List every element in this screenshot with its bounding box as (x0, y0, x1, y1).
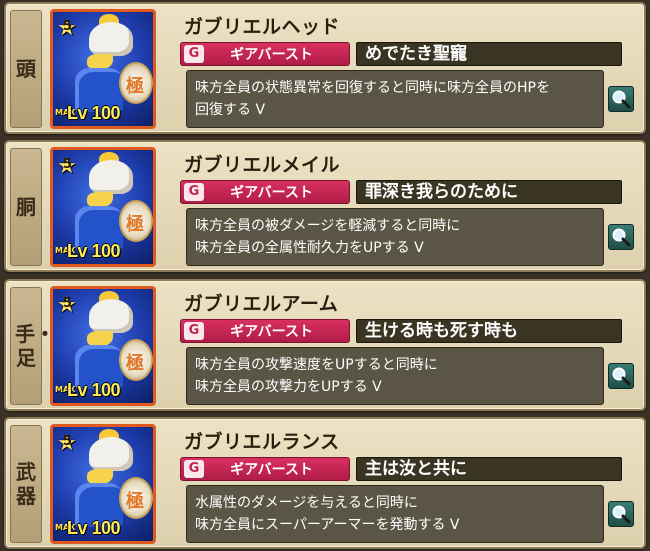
level-label: Lv 100 (67, 379, 121, 400)
skill-name: めでたき聖寵 (356, 42, 622, 66)
zoom-button[interactable] (608, 224, 634, 250)
slot-tab: 手・足 (10, 287, 55, 405)
magnifier-icon (612, 228, 631, 247)
rarity-number: 5 (63, 19, 73, 34)
level-label: Lv 100 (67, 102, 121, 123)
skill-row: G ギアバースト 罪深き我らのために (180, 180, 622, 204)
magnifier-icon (612, 367, 631, 386)
gear-burst-icon: G (184, 45, 204, 63)
level-display: MAX Lv 100 (55, 102, 121, 124)
equipment-panel-head: 頭 ★ 5 極 MAX Lv 100 ガブリエルヘッド G ギアバースト めでた… (4, 2, 646, 134)
magnifier-icon (612, 90, 631, 109)
level-display: MAX Lv 100 (55, 517, 121, 539)
zoom-button[interactable] (608, 501, 634, 527)
skill-type-label: ギアバースト (230, 462, 313, 478)
skill-type-label: ギアバースト (230, 47, 313, 63)
max-label: MAX (55, 246, 76, 255)
skill-type-label: ギアバースト (230, 185, 313, 201)
skill-type-badge: G ギアバースト (180, 180, 350, 204)
equipment-panel-arms: 手・足 ★ 5 極 MAX Lv 100 ガブリエルアーム G ギアバースト 生… (4, 279, 646, 411)
gear-portrait[interactable]: ★ 5 極 MAX Lv 100 (50, 9, 156, 129)
equipment-list: 頭 ★ 5 極 MAX Lv 100 ガブリエルヘッド G ギアバースト めでた… (0, 0, 650, 551)
level-display: MAX Lv 100 (55, 379, 121, 401)
gear-name: ガブリエルランス (184, 431, 340, 453)
skill-name: 主は汝と共に (356, 457, 622, 481)
rarity-number: 5 (63, 296, 73, 311)
magnifier-icon (612, 505, 631, 524)
rarity-number: 5 (63, 157, 73, 172)
skill-name: 生ける時も死す時も (356, 319, 622, 343)
portrait-head (89, 437, 133, 471)
gear-portrait[interactable]: ★ 5 極 MAX Lv 100 (50, 424, 156, 544)
slot-tab: 武器 (10, 425, 42, 543)
skill-type-label: ギアバースト (230, 324, 313, 340)
skill-type-badge: G ギアバースト (180, 319, 350, 343)
gear-burst-icon: G (184, 460, 204, 478)
gear-portrait[interactable]: ★ 5 極 MAX Lv 100 (50, 286, 156, 406)
shield-emblem-icon: 極 (126, 214, 144, 235)
skill-row: G ギアバースト 生ける時も死す時も (180, 319, 622, 343)
gear-name: ガブリエルアーム (184, 293, 339, 315)
skill-description: 味方全員の被ダメージを軽減すると同時に 味方全員の全属性耐久力をUPする Ⅴ (186, 208, 604, 266)
portrait-head (89, 22, 133, 56)
skill-description: 味方全員の攻撃速度をUPすると同時に 味方全員の攻撃力をUPする Ⅴ (186, 347, 604, 405)
skill-type-badge: G ギアバースト (180, 457, 350, 481)
skill-row: G ギアバースト 主は汝と共に (180, 457, 622, 481)
slot-label: 胴 (16, 195, 36, 219)
gear-name: ガブリエルヘッド (184, 16, 341, 38)
shield-emblem-icon: 極 (126, 76, 144, 97)
skill-description: 水属性のダメージを与えると同時に 味方全員にスーパーアーマーを発動する Ⅴ (186, 485, 604, 543)
portrait-head (89, 160, 133, 194)
slot-tab: 胴 (10, 148, 42, 266)
zoom-button[interactable] (608, 86, 634, 112)
equipment-panel-body: 胴 ★ 5 極 MAX Lv 100 ガブリエルメイル G ギアバースト 罪深き… (4, 140, 646, 272)
skill-row: G ギアバースト めでたき聖寵 (180, 42, 622, 66)
slot-label: 武器 (16, 460, 36, 508)
slot-tab: 頭 (10, 10, 42, 128)
gear-burst-icon: G (184, 322, 204, 340)
gear-burst-icon: G (184, 183, 204, 201)
gear-name: ガブリエルメイル (184, 154, 341, 176)
level-label: Lv 100 (67, 240, 121, 261)
shield-emblem-icon: 極 (126, 491, 144, 512)
level-label: Lv 100 (67, 517, 121, 538)
max-label: MAX (55, 385, 76, 394)
equipment-panel-weapon: 武器 ★ 5 極 MAX Lv 100 ガブリエルランス G ギアバースト 主は… (4, 417, 646, 549)
shield-emblem-icon: 極 (126, 353, 144, 374)
skill-description: 味方全員の状態異常を回復すると同時に味方全員のHPを 回復する Ⅴ (186, 70, 604, 128)
skill-type-badge: G ギアバースト (180, 42, 350, 66)
level-display: MAX Lv 100 (55, 240, 121, 262)
portrait-head (89, 299, 133, 333)
max-label: MAX (55, 523, 76, 532)
zoom-button[interactable] (608, 363, 634, 389)
rarity-number: 5 (63, 434, 73, 449)
skill-name: 罪深き我らのために (356, 180, 622, 204)
slot-label: 頭 (16, 57, 36, 81)
gear-portrait[interactable]: ★ 5 極 MAX Lv 100 (50, 147, 156, 267)
max-label: MAX (55, 108, 76, 117)
slot-label: 手・足 (15, 322, 55, 370)
